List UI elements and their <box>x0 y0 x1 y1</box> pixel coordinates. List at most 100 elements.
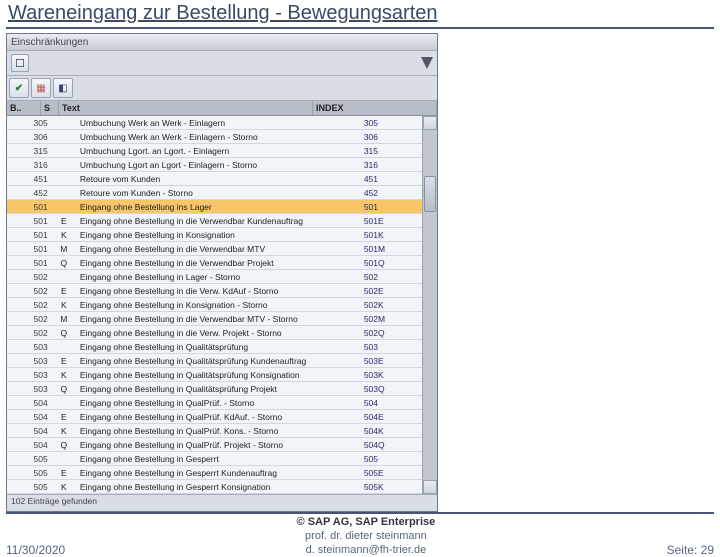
table-row[interactable]: 501EEingang ohne Bestellung in die Verwe… <box>7 214 422 228</box>
cell-flag <box>51 200 77 214</box>
table-row[interactable]: 315Umbuchung Lgort. an Lgort. - Einlager… <box>7 144 422 158</box>
cell-text: Eingang ohne Bestellung in die Verw. KdA… <box>77 284 361 298</box>
cell-index: 501M <box>361 242 422 256</box>
table-row[interactable]: 503KEingang ohne Bestellung in Qualitäts… <box>7 368 422 382</box>
table-row[interactable]: 502MEingang ohne Bestellung in die Verwe… <box>7 312 422 326</box>
scroll-thumb[interactable] <box>424 176 436 212</box>
cell-text: Eingang ohne Bestellung in die Verwendba… <box>77 214 361 228</box>
cell-code: 306 <box>7 130 51 144</box>
table-row[interactable]: 306Umbuchung Werk an Werk - Einlagern - … <box>7 130 422 144</box>
cell-code: 502 <box>7 326 51 340</box>
col-header-flag[interactable]: S <box>41 101 59 115</box>
cell-code: 316 <box>7 158 51 172</box>
table-row[interactable]: 503EEingang ohne Bestellung in Qualitäts… <box>7 354 422 368</box>
col-header-index[interactable]: INDEX <box>313 101 437 115</box>
table-row[interactable]: 502QEingang ohne Bestellung in die Verw.… <box>7 326 422 340</box>
slide-title: Wareneingang zur Bestellung - Bewegungsa… <box>6 2 714 27</box>
table-row[interactable]: 503Eingang ohne Bestellung in Qualitätsp… <box>7 340 422 354</box>
cell-text: Eingang ohne Bestellung ins Lager <box>77 200 361 214</box>
table-row[interactable]: 505EEingang ohne Bestellung in Gesperrt … <box>7 466 422 480</box>
cell-code: 501 <box>7 256 51 270</box>
cell-code: 504 <box>7 396 51 410</box>
cell-index: 505E <box>361 466 422 480</box>
cell-index: 501 <box>361 200 422 214</box>
cell-code: 503 <box>7 354 51 368</box>
col-header-code[interactable]: B.. <box>7 101 41 115</box>
table-row[interactable]: 501QEingang ohne Bestellung in die Verwe… <box>7 256 422 270</box>
cell-text: Retoure vom Kunden <box>77 172 361 186</box>
footer-date: 11/30/2020 <box>6 543 65 557</box>
cell-index: 503 <box>361 340 422 354</box>
cell-code: 502 <box>7 312 51 326</box>
results-grid[interactable]: 305Umbuchung Werk an Werk - Einlagern305… <box>7 116 422 494</box>
table-row[interactable]: 502Eingang ohne Bestellung in Lager - St… <box>7 270 422 284</box>
cell-text: Eingang ohne Bestellung in Qualitätsprüf… <box>77 340 361 354</box>
cell-flag <box>51 144 77 158</box>
cell-text: Eingang ohne Bestellung in Gesperrt <box>77 452 361 466</box>
table-row[interactable]: 505Eingang ohne Bestellung in Gesperrt50… <box>7 452 422 466</box>
search-field-icon[interactable]: ☐ <box>11 54 29 72</box>
cell-flag: E <box>51 410 77 424</box>
cell-text: Eingang ohne Bestellung in Qualitätsprüf… <box>77 354 361 368</box>
table-row[interactable]: 502EEingang ohne Bestellung in die Verw.… <box>7 284 422 298</box>
cell-index: 452 <box>361 186 422 200</box>
table-row[interactable]: 502KEingang ohne Bestellung in Konsignat… <box>7 298 422 312</box>
table-row[interactable]: 504EEingang ohne Bestellung in QualPrüf.… <box>7 410 422 424</box>
table-row[interactable]: 505KEingang ohne Bestellung in Gesperrt … <box>7 480 422 494</box>
table-row[interactable]: 501MEingang ohne Bestellung in die Verwe… <box>7 242 422 256</box>
cell-flag <box>51 172 77 186</box>
cell-index: 501E <box>361 214 422 228</box>
cell-code: 502 <box>7 298 51 312</box>
cell-code: 504 <box>7 424 51 438</box>
cell-code: 501 <box>7 242 51 256</box>
cell-flag <box>51 158 77 172</box>
cell-text: Umbuchung Lgort. an Lgort. - Einlagern <box>77 144 361 158</box>
cell-flag: E <box>51 466 77 480</box>
cell-text: Eingang ohne Bestellung in QualPrüf. Kon… <box>77 424 361 438</box>
cell-text: Eingang ohne Bestellung in Gesperrt Kund… <box>77 466 361 480</box>
table-row[interactable]: 501Eingang ohne Bestellung ins Lager501 <box>7 200 422 214</box>
table-row[interactable]: 504Eingang ohne Bestellung in QualPrüf. … <box>7 396 422 410</box>
cell-flag <box>51 116 77 130</box>
cell-code: 504 <box>7 438 51 452</box>
grid-column-headers: B.. S Text INDEX <box>7 101 437 116</box>
marker-icon: ◧ <box>58 83 67 94</box>
table-row[interactable]: 316Umbuchung Lgort an Lgort - Einlagern … <box>7 158 422 172</box>
cell-flag <box>51 270 77 284</box>
cell-index: 502M <box>361 312 422 326</box>
table-row[interactable]: 504KEingang ohne Bestellung in QualPrüf.… <box>7 424 422 438</box>
cell-index: 502 <box>361 270 422 284</box>
slide-title-bar: Wareneingang zur Bestellung - Bewegungsa… <box>6 2 714 29</box>
cell-flag: E <box>51 284 77 298</box>
cell-index: 504 <box>361 396 422 410</box>
cell-flag: E <box>51 214 77 228</box>
scroll-down-button[interactable] <box>423 480 437 494</box>
cell-index: 503K <box>361 368 422 382</box>
cell-index: 451 <box>361 172 422 186</box>
table-row[interactable]: 452Retoure vom Kunden - Storno452 <box>7 186 422 200</box>
cell-text: Retoure vom Kunden - Storno <box>77 186 361 200</box>
vertical-scrollbar[interactable] <box>422 116 437 494</box>
window-titlebar[interactable]: Einschränkungen <box>7 34 437 51</box>
cell-flag <box>51 340 77 354</box>
col-header-text[interactable]: Text <box>59 101 313 115</box>
cell-text: Eingang ohne Bestellung in Qualitätsprüf… <box>77 382 361 396</box>
highlight-button[interactable]: ◧ <box>53 78 73 98</box>
cell-flag: K <box>51 424 77 438</box>
new-entry-button[interactable]: ▦ <box>31 78 51 98</box>
sap-dialog-window: Einschränkungen ☐ ✔ ▦ ◧ B.. S Text INDEX… <box>6 33 438 512</box>
cell-index: 504Q <box>361 438 422 452</box>
dropdown-icon[interactable] <box>421 57 433 69</box>
table-row[interactable]: 305Umbuchung Werk an Werk - Einlagern305 <box>7 116 422 130</box>
accept-button[interactable]: ✔ <box>9 78 29 98</box>
cell-text: Eingang ohne Bestellung in die Verwendba… <box>77 242 361 256</box>
table-row[interactable]: 501KEingang ohne Bestellung in Konsignat… <box>7 228 422 242</box>
scroll-up-button[interactable] <box>423 116 437 130</box>
cell-code: 502 <box>7 270 51 284</box>
document-icon: ▦ <box>36 83 45 94</box>
cell-code: 502 <box>7 284 51 298</box>
table-row[interactable]: 451Retoure vom Kunden451 <box>7 172 422 186</box>
cell-index: 316 <box>361 158 422 172</box>
table-row[interactable]: 503QEingang ohne Bestellung in Qualitäts… <box>7 382 422 396</box>
table-row[interactable]: 504QEingang ohne Bestellung in QualPrüf.… <box>7 438 422 452</box>
